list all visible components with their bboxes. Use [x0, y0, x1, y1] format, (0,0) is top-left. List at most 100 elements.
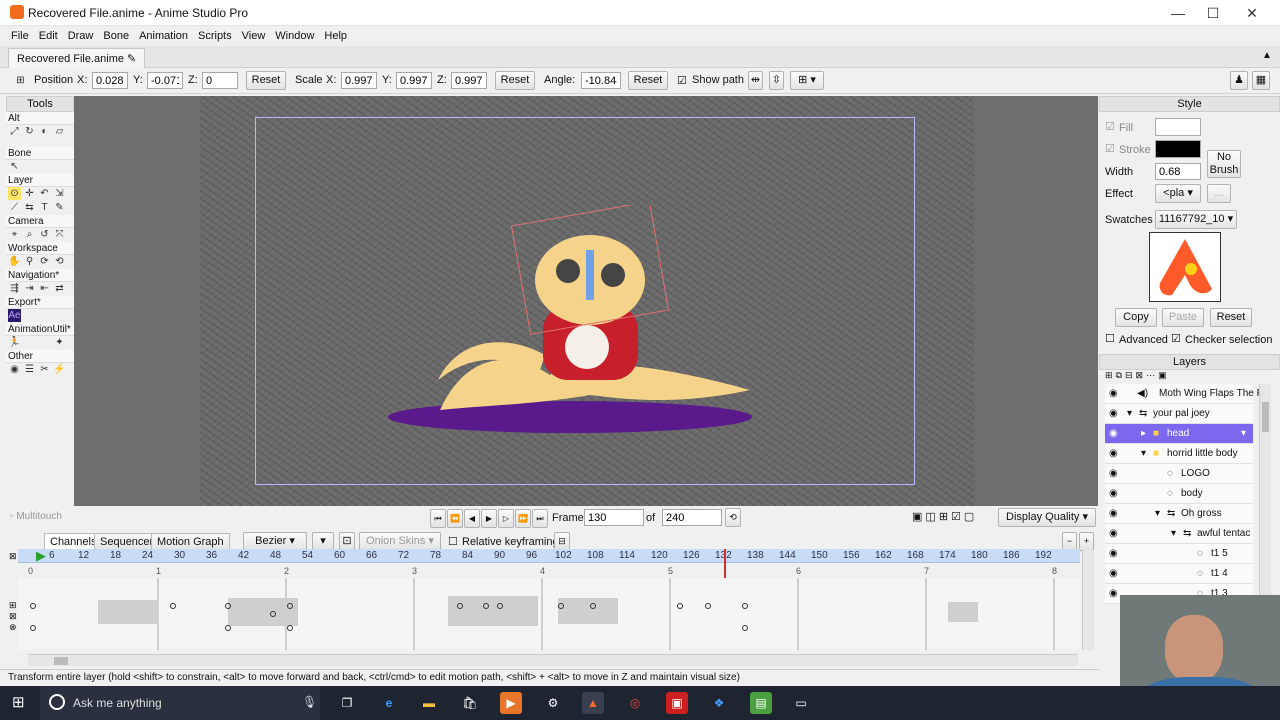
- frame-ruler[interactable]: ▶ 6 12 18 24 30 36 42 48 54 60 66 72 78 84 90 96 102 108 1…: [18, 548, 1080, 649]
- visibility-icon[interactable]: ◉: [1109, 444, 1118, 464]
- menu-bone[interactable]: Bone: [98, 27, 134, 45]
- fill-checkbox[interactable]: ☑: [1105, 120, 1115, 133]
- timeline-hscroll-thumb[interactable]: [54, 657, 68, 665]
- pos-z-field[interactable]: [202, 72, 238, 89]
- visibility-icon[interactable]: ◉: [1109, 464, 1118, 484]
- panel-icon-button[interactable]: ▦: [1252, 71, 1270, 90]
- layer-folder-icon[interactable]: ▣: [1158, 370, 1167, 381]
- shear-icon[interactable]: ▱: [53, 125, 66, 138]
- set-origin-icon[interactable]: ⊙: [8, 187, 21, 200]
- layer-row-your-pal-joey[interactable]: ◉ ▾ ⇆ your pal joey: [1105, 404, 1253, 424]
- close-button[interactable]: ✕: [1236, 3, 1268, 23]
- nav-tool-1-icon[interactable]: ⇶: [8, 282, 21, 295]
- expand-arrow-icon[interactable]: ▾: [1171, 524, 1176, 544]
- display-quality-dropdown[interactable]: Display Quality ▾: [998, 508, 1096, 527]
- effect-options-button[interactable]: ...: [1207, 184, 1231, 203]
- scroll-up-arrow[interactable]: ▲: [1262, 50, 1272, 61]
- microphone-icon[interactable]: 🎙: [302, 695, 317, 709]
- select-bone-icon[interactable]: ↖: [8, 160, 21, 173]
- layer-more-icon[interactable]: ⋯: [1146, 370, 1155, 381]
- record-app-icon[interactable]: ▣: [666, 692, 688, 714]
- menu-window[interactable]: Window: [270, 27, 319, 45]
- scale-channel-icon[interactable]: ⊠: [9, 611, 17, 622]
- menu-animation[interactable]: Animation: [134, 27, 193, 45]
- zoom-camera-icon[interactable]: ⌕: [23, 228, 36, 241]
- step-forward-button[interactable]: ▷: [498, 509, 514, 528]
- layer-row-logo[interactable]: ◉ ◌ LOGO: [1105, 464, 1253, 484]
- timeline-vscroll[interactable]: [1082, 550, 1094, 650]
- visibility-icon[interactable]: ◉: [1109, 384, 1118, 404]
- scale-layer-icon[interactable]: ⇲: [53, 187, 66, 200]
- menu-view[interactable]: View: [237, 27, 271, 45]
- flip-horizontal-button[interactable]: ⇹: [748, 71, 763, 90]
- translation-channel-icon[interactable]: ⊞: [9, 600, 17, 611]
- zoom-icon[interactable]: ⚲: [23, 255, 36, 268]
- position-reset-button[interactable]: Reset: [246, 71, 286, 90]
- flip-vertical-button[interactable]: ⇳: [769, 71, 784, 90]
- character-artwork[interactable]: [380, 205, 770, 445]
- visibility-icon[interactable]: ◉: [1109, 564, 1118, 584]
- frame-field[interactable]: [584, 509, 644, 526]
- scale-y-field[interactable]: [396, 72, 432, 89]
- pan-tilt-camera-icon[interactable]: ⤧: [53, 228, 66, 241]
- show-path-checkbox[interactable]: ☑: [677, 74, 687, 87]
- pos-y-field[interactable]: [147, 72, 183, 89]
- rewind-button[interactable]: ⏮: [430, 509, 446, 528]
- scale-x-field[interactable]: [341, 72, 377, 89]
- no-brush-button[interactable]: No Brush: [1207, 150, 1241, 178]
- terminal-icon[interactable]: ▭: [790, 692, 812, 714]
- shear-layer-icon[interactable]: ⟋: [8, 201, 21, 214]
- expand-arrow-icon[interactable]: ▾: [1141, 444, 1146, 464]
- translate-layer-icon[interactable]: ✛: [23, 187, 36, 200]
- rotate-layer-icon[interactable]: ↶: [38, 187, 51, 200]
- text-icon[interactable]: T: [38, 201, 51, 214]
- fill-swatch[interactable]: [1155, 118, 1201, 136]
- other-2-icon[interactable]: ☰: [23, 363, 36, 376]
- checker-selection-checkbox[interactable]: ☑: [1171, 332, 1181, 345]
- green-app-icon[interactable]: ▤: [750, 692, 772, 714]
- split-view-icon[interactable]: ◫: [925, 510, 935, 523]
- menu-edit[interactable]: Edit: [34, 27, 63, 45]
- visibility-icon[interactable]: ◉: [1109, 544, 1118, 564]
- visibility-icon[interactable]: ◉: [1109, 404, 1118, 424]
- paste-style-button[interactable]: Paste: [1162, 308, 1204, 327]
- expand-arrow-icon[interactable]: ▾: [1155, 504, 1160, 524]
- nav-tool-2-icon[interactable]: ⇥: [23, 282, 36, 295]
- keyframe-tracks[interactable]: [18, 578, 1080, 650]
- scale-reset-button[interactable]: Reset: [495, 71, 535, 90]
- layer-row-horrid-little-body[interactable]: ◉ ▾ ■ horrid little body: [1105, 444, 1253, 464]
- tab-sequencer[interactable]: Sequencer: [94, 533, 160, 550]
- swatches-dropdown[interactable]: 11167792_10 ▾: [1155, 210, 1237, 229]
- windows-start-icon[interactable]: ⊞: [12, 695, 28, 711]
- rotate-icon[interactable]: ↻: [23, 125, 36, 138]
- timeline-hscroll[interactable]: [28, 654, 1078, 666]
- task-view-icon[interactable]: ❐: [336, 692, 358, 714]
- other-1-icon[interactable]: ◉: [8, 363, 21, 376]
- angle-reset-button[interactable]: Reset: [628, 71, 668, 90]
- visibility-icon[interactable]: ◉: [1109, 484, 1118, 504]
- menu-draw[interactable]: Draw: [63, 27, 99, 45]
- quad-view-icon[interactable]: ⊞: [939, 510, 948, 523]
- menu-file[interactable]: File: [6, 27, 34, 45]
- store-icon[interactable]: 🛍: [459, 692, 481, 714]
- export-ae-icon[interactable]: Ae: [8, 309, 21, 322]
- maximize-button[interactable]: ☐: [1197, 3, 1229, 23]
- loop-button[interactable]: ⟲: [725, 508, 741, 527]
- width-field[interactable]: [1155, 163, 1201, 180]
- animutil-2-icon[interactable]: [23, 336, 36, 349]
- cortana-search-box[interactable]: Ask me anything 🎙: [40, 686, 320, 720]
- relative-keyframing-checkbox[interactable]: ☐: [448, 535, 458, 548]
- end-button[interactable]: ⏭: [532, 509, 548, 528]
- effect-dropdown[interactable]: <pla ▾: [1155, 184, 1201, 203]
- pos-x-field[interactable]: [92, 72, 128, 89]
- enable-icon[interactable]: ☑: [951, 510, 961, 523]
- expand-arrow-icon[interactable]: ▾: [1127, 404, 1132, 424]
- stroke-swatch[interactable]: [1155, 140, 1201, 158]
- play-button[interactable]: ▶: [481, 509, 497, 528]
- stroke-checkbox[interactable]: ☑: [1105, 142, 1115, 155]
- visibility-icon[interactable]: ◉: [1109, 424, 1118, 444]
- layer-row-oh-gross[interactable]: ◉ ▾ ⇆ Oh gross: [1105, 504, 1253, 524]
- smooth-icon[interactable]: ◐: [38, 125, 51, 138]
- layer-row-t1-5[interactable]: ◉ ◌ t1 5: [1105, 544, 1253, 564]
- copy-style-button[interactable]: Copy: [1115, 308, 1157, 327]
